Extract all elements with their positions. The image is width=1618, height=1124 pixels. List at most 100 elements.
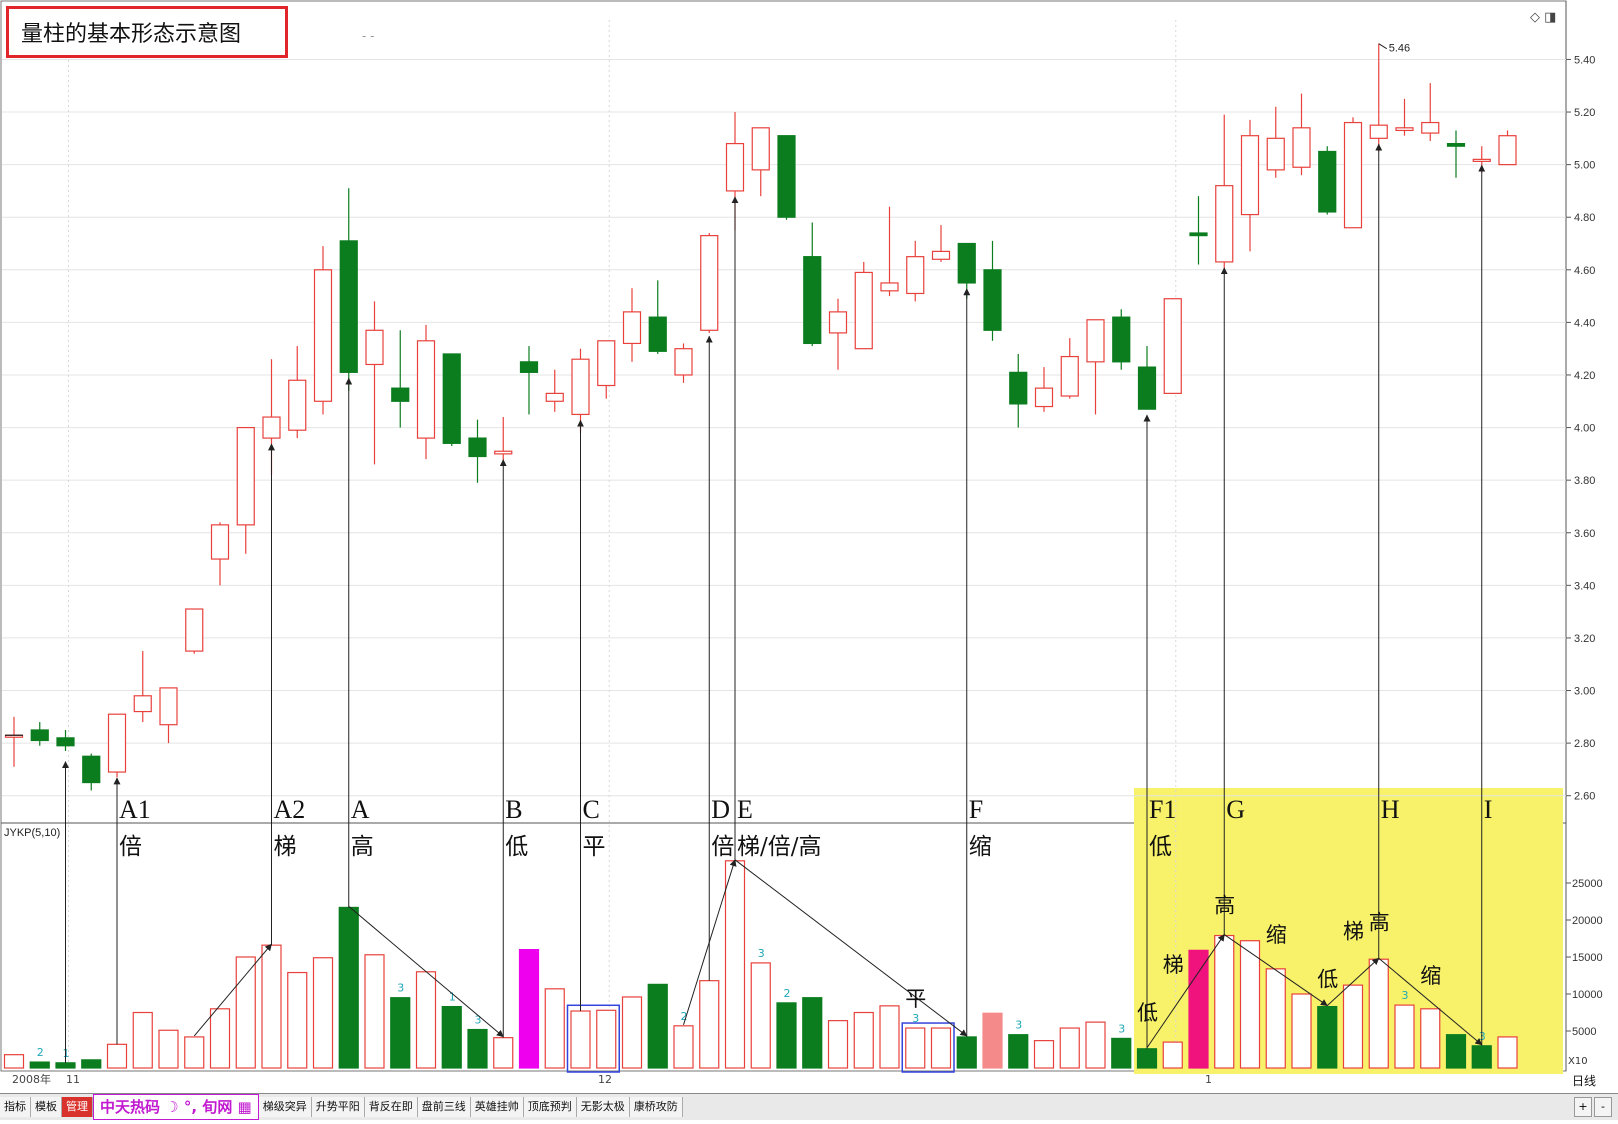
volume-bar: [930, 1027, 952, 1069]
volume-bar: [853, 1011, 874, 1069]
volume-bar: [81, 1059, 102, 1069]
tab-9[interactable]: 无影太极: [576, 1097, 630, 1117]
volume-bar: [1342, 984, 1364, 1069]
candle-body: [828, 311, 848, 334]
volume-bar-count: 1: [449, 991, 456, 1004]
volume-bar-count: 3: [1015, 1019, 1022, 1032]
volume-bar: [982, 1012, 1003, 1069]
volume-bar: [827, 1020, 849, 1069]
zoom-out-button[interactable]: -: [1594, 1097, 1612, 1117]
tab-8[interactable]: 顶底预判: [523, 1097, 577, 1117]
candle-body: [442, 353, 461, 444]
candle-body: [1369, 124, 1388, 139]
volume-bar: [29, 1061, 50, 1069]
candle-body: [854, 271, 873, 350]
site-logo: 中天热码 ☽ °, 旬网 ▦: [93, 1094, 259, 1120]
volume-pattern-word: 高: [1214, 894, 1235, 918]
candle-body: [494, 450, 513, 455]
volume-bar-count: 3: [397, 982, 404, 995]
volume-bar: [415, 971, 437, 1069]
marker-sublabel: 倍: [119, 834, 142, 860]
price-tick-label: 3.60: [1574, 528, 1595, 540]
volume-bar: [287, 971, 308, 1069]
volume-bar: [1471, 1045, 1492, 1069]
candle-body: [416, 340, 436, 439]
candle-body: [133, 695, 152, 713]
candle-body: [1060, 355, 1079, 397]
panel-toggle-icon[interactable]: ◨: [1544, 10, 1556, 25]
volume-bar-count: 3: [1118, 1022, 1125, 1035]
tab-7[interactable]: 英雄挂帅: [470, 1097, 524, 1117]
candle-body: [545, 392, 564, 402]
candle-body: [30, 729, 49, 742]
tab-0[interactable]: 指标: [0, 1097, 31, 1117]
zoom-in-button[interactable]: +: [1574, 1097, 1592, 1117]
candle-body: [906, 256, 925, 295]
tab-5[interactable]: 背反在即: [364, 1097, 418, 1117]
date-label: 2008年: [12, 1072, 51, 1086]
volume-bar-count: 3: [758, 947, 765, 960]
volume-pattern-word: 梯: [1343, 920, 1364, 944]
tab-6[interactable]: 盘前三线: [417, 1097, 471, 1117]
candle-body: [1189, 232, 1208, 237]
price-tick-label: 5.40: [1574, 54, 1595, 66]
price-tick-label: 3.00: [1574, 686, 1595, 698]
marker-label: B: [505, 795, 522, 824]
candle-body: [751, 127, 770, 171]
marker-label: D: [711, 795, 730, 824]
volume-bar: [905, 1027, 926, 1069]
marker-sublabel: 低: [1149, 834, 1172, 860]
tab-3[interactable]: 梯级突异: [258, 1097, 312, 1117]
date-label: 12: [598, 1073, 612, 1086]
volume-pattern-word: 低: [1317, 968, 1338, 992]
price-tick-label: 5.20: [1574, 107, 1595, 119]
candle-body: [1215, 185, 1234, 263]
price-tick-label: 3.20: [1574, 633, 1595, 645]
candle-body: [803, 256, 822, 345]
volume-bar-count: 3: [1402, 989, 1409, 1002]
tab-10[interactable]: 康桥攻防: [629, 1097, 683, 1117]
volume-bar: [364, 954, 385, 1069]
volume-bar: [1085, 1021, 1106, 1069]
candle-body: [519, 361, 539, 373]
candle-body: [777, 135, 796, 218]
candle-body: [107, 713, 127, 773]
candle-body: [1446, 142, 1466, 147]
top-right-icons[interactable]: ◇ ◨: [1530, 10, 1556, 25]
volume-bar: [209, 1008, 231, 1069]
volume-tick-label: 25000: [1572, 878, 1603, 890]
volume-tick-label: 20000: [1572, 915, 1603, 927]
volume-bar: [106, 1043, 128, 1069]
date-label: 1: [1205, 1073, 1212, 1086]
volume-bar: [312, 957, 334, 1069]
candle-body: [571, 358, 590, 416]
tab-4[interactable]: 升势平阳: [311, 1097, 365, 1117]
candle-body: [880, 282, 899, 292]
date-label: 11: [66, 1073, 80, 1086]
candle-body: [159, 687, 178, 726]
diamond-icon[interactable]: ◇: [1530, 10, 1540, 25]
volume-pattern-word: 缩: [1266, 923, 1287, 947]
price-tick-label: 2.80: [1574, 738, 1595, 750]
volume-bar: [956, 1036, 977, 1069]
volume-bar: [1188, 949, 1209, 1069]
tab-1[interactable]: 模板: [31, 1097, 62, 1117]
tab-2[interactable]: 管理: [62, 1097, 93, 1117]
candle-body: [700, 235, 719, 331]
candle-body: [1421, 121, 1440, 134]
candle-body: [1343, 121, 1363, 229]
volume-pattern-word: 低: [1137, 1001, 1158, 1025]
volume-bar: [1317, 1005, 1338, 1069]
marker-sublabel: 缩: [969, 834, 992, 860]
price-tick-label: 3.40: [1574, 580, 1595, 592]
candle-body: [339, 240, 358, 373]
volume-bar: [879, 1005, 900, 1069]
price-tick-label: 5.00: [1574, 160, 1595, 172]
candle-body: [1395, 127, 1414, 132]
watermark-text: - -: [362, 29, 374, 43]
marker-sublabel: 高: [351, 834, 374, 860]
volume-bar: [158, 1029, 179, 1069]
volume-bar: [1059, 1027, 1080, 1069]
marker-label: A2: [274, 795, 306, 824]
marker-sublabel: 倍: [711, 834, 734, 860]
